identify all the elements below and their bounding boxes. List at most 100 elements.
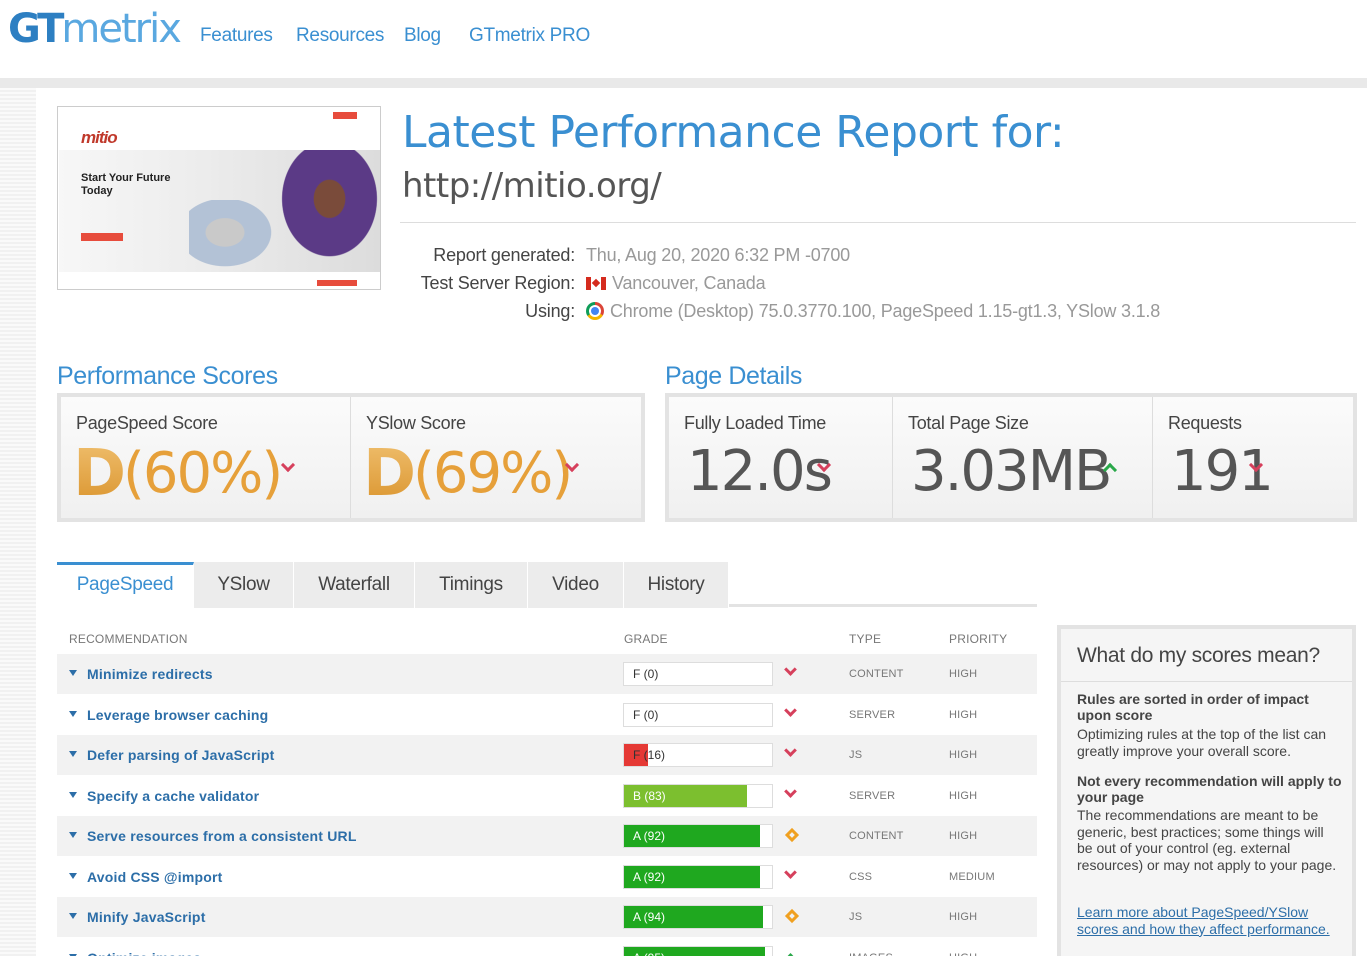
thumb-login-button	[333, 112, 357, 119]
pagespeed-score-cell: PageSpeed Score D (60%)	[61, 397, 351, 518]
grade-text: F (0)	[633, 667, 659, 681]
col-header-grade: GRADE	[624, 632, 668, 646]
report-url: http://mitio.org/	[402, 166, 662, 206]
grade-bar: F (16)	[623, 743, 773, 767]
table-row[interactable]: Serve resources from a consistent URL A (…	[57, 816, 1037, 856]
grade-text: A (92)	[633, 829, 666, 843]
grade-bar: A (95)	[623, 945, 773, 956]
expand-caret-icon[interactable]	[69, 832, 77, 838]
expand-caret-icon[interactable]	[69, 670, 77, 676]
recommendation-name[interactable]: Minimize redirects	[69, 666, 213, 682]
thumb-headline: Start Your Future Today	[81, 172, 171, 197]
yslow-score-cell: YSlow Score D (69%)	[351, 397, 641, 518]
tab-timings[interactable]: Timings	[415, 562, 528, 608]
col-header-type: TYPE	[849, 632, 882, 646]
expand-caret-icon[interactable]	[69, 872, 77, 879]
grade-text: A (94)	[633, 910, 666, 924]
recommendation-name[interactable]: Leverage browser caching	[69, 707, 268, 723]
scores-help-text-2: The recommendations are meant to be gene…	[1077, 807, 1337, 873]
grade-text: A (95)	[633, 951, 665, 956]
performance-scores-heading: Performance Scores	[57, 362, 278, 390]
grade-bar: F (0)	[623, 702, 773, 727]
rule-priority: HIGH	[949, 911, 978, 923]
pagespeed-grade-percent: (60%)	[123, 441, 283, 506]
server-region-value: Vancouver, Canada	[586, 273, 766, 294]
tab-waterfall[interactable]: Waterfall	[294, 562, 415, 608]
rule-type: JS	[849, 911, 863, 923]
table-row[interactable]: Leverage browser caching F (0) SERVER HIGH	[57, 695, 1037, 735]
thumb-footer-button	[317, 280, 357, 286]
grade-bar: A (94)	[623, 905, 773, 929]
server-region-label: Test Server Region:	[420, 273, 575, 293]
nav-features-link[interactable]: Features	[200, 25, 273, 47]
tab-history[interactable]: History	[624, 562, 729, 608]
yslow-score-label: YSlow Score	[366, 413, 466, 433]
requests-label: Requests	[1168, 413, 1242, 433]
page-size-value: 3.03MB	[911, 439, 1112, 504]
grade-bar: F (0)	[623, 662, 773, 686]
rule-priority: HIGH	[949, 830, 978, 842]
scores-help-divider	[1061, 681, 1352, 682]
recommendation-name[interactable]: Serve resources from a consistent URL	[69, 828, 357, 844]
rule-priority: HIGH	[949, 668, 978, 680]
report-divider	[400, 222, 1356, 223]
canada-flag-icon	[586, 277, 606, 290]
table-row[interactable]: Minify JavaScript A (94) JS HIGH	[57, 897, 1037, 937]
scores-help-heading-1: Rules are sorted in order of impact upon…	[1077, 691, 1309, 723]
pagespeed-score-label: PageSpeed Score	[76, 413, 218, 433]
thumb-patient-figure	[189, 200, 279, 272]
table-row[interactable]: Minimize redirects F (0) CONTENT HIGH	[57, 654, 1037, 694]
col-header-recommendation: RECOMMENDATION	[69, 632, 188, 646]
tab-pagespeed[interactable]: PageSpeed	[57, 562, 194, 608]
using-value: Chrome (Desktop) 75.0.3770.100, PageSpee…	[586, 301, 1160, 322]
thumb-cta-button	[81, 233, 123, 241]
rule-priority: HIGH	[949, 789, 978, 802]
tab-video[interactable]: Video	[528, 562, 624, 608]
performance-scores-box: PageSpeed Score D (60%) YSlow Score D (6…	[57, 393, 645, 522]
scores-help-panel: What do my scores mean? Rules are sorted…	[1057, 625, 1356, 956]
rule-type: JS	[849, 749, 863, 761]
rule-priority: HIGH	[949, 952, 977, 956]
grade-text: B (83)	[633, 788, 666, 803]
learn-more-link[interactable]: Learn more about PageSpeed/YSlow scores …	[1077, 904, 1343, 937]
table-row[interactable]: Specify a cache validator B (83) SERVER HIG…	[57, 776, 1037, 816]
rule-type: SERVER	[849, 708, 896, 721]
page-size-cell: Total Page Size 3.03MB	[893, 397, 1153, 518]
using-label: Using:	[525, 301, 575, 321]
expand-caret-icon[interactable]	[69, 913, 77, 919]
yslow-grade-letter: D	[363, 437, 416, 511]
thumb-brand-logo: mitio	[81, 128, 118, 147]
tab-yslow[interactable]: YSlow	[194, 562, 294, 608]
rule-priority: HIGH	[949, 749, 978, 761]
recommendation-name[interactable]: Specify a cache validator	[69, 788, 259, 804]
grade-bar: A (92)	[623, 864, 773, 889]
recommendation-name[interactable]: Minify JavaScript	[69, 909, 206, 925]
page-size-label: Total Page Size	[908, 413, 1029, 433]
expand-caret-icon[interactable]	[69, 710, 77, 717]
rule-priority: HIGH	[949, 708, 978, 721]
pagespeed-trend-down-icon	[280, 457, 296, 473]
background-pattern	[0, 88, 36, 956]
nav-blog-link[interactable]: Blog	[404, 25, 441, 47]
rule-priority: MEDIUM	[949, 870, 995, 883]
rule-type: IMAGES	[849, 952, 893, 956]
page-details-box: Fully Loaded Time 12.0s Total Page Size …	[665, 393, 1357, 522]
recommendation-name[interactable]: Optimize images	[69, 950, 201, 956]
table-row[interactable]: Defer parsing of JavaScript F (16) JS HIGH	[57, 735, 1037, 775]
chrome-icon	[586, 302, 604, 320]
expand-caret-icon[interactable]	[69, 791, 77, 798]
table-row[interactable]: Avoid CSS @import A (92) CSS MEDIUM	[57, 857, 1037, 897]
report-title: Latest Performance Report for:	[402, 107, 1065, 158]
recommendation-name[interactable]: Defer parsing of JavaScript	[69, 747, 274, 763]
page-details-heading: Page Details	[665, 362, 802, 390]
expand-caret-icon[interactable]	[69, 751, 77, 757]
nav-gtmetrix-pro-link[interactable]: GTmetrix PRO	[469, 25, 590, 47]
nav-resources-link[interactable]: Resources	[296, 25, 384, 47]
report-generated-value: Thu, Aug 20, 2020 6:32 PM -0700	[586, 245, 850, 265]
fully-loaded-value: 12.0s	[687, 439, 833, 504]
site-screenshot-thumbnail: mitio Start Your Future Today	[57, 106, 381, 290]
recommendation-name[interactable]: Avoid CSS @import	[69, 869, 223, 885]
gtmetrix-logo[interactable]: GTmetrix	[8, 6, 182, 52]
top-navbar: GTmetrix Features Resources Blog GTmetri…	[0, 0, 1367, 78]
table-row[interactable]: Optimize images A (95) IMAGES HIGH	[57, 938, 1037, 956]
